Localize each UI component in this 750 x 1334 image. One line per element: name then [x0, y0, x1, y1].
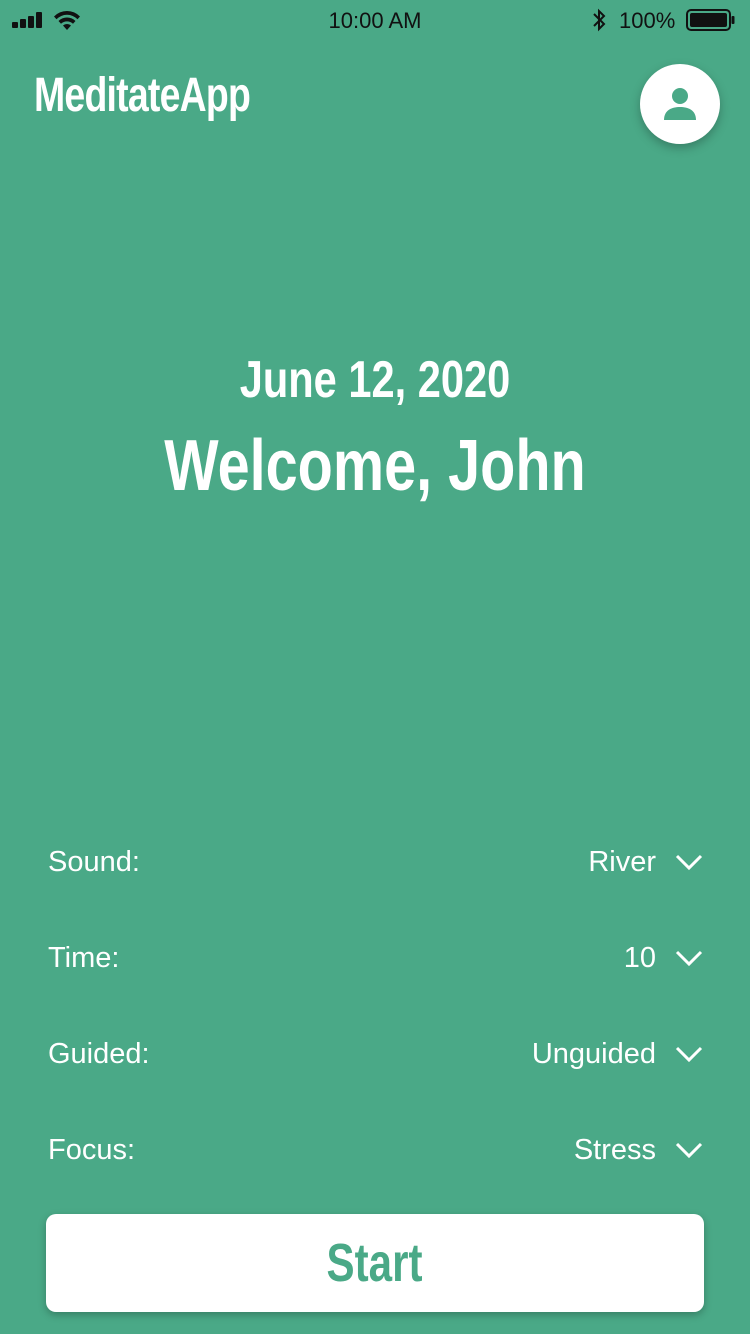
focus-select-value[interactable]: Stress	[574, 1134, 656, 1167]
time-select-value[interactable]: 10	[624, 942, 656, 975]
time-setting[interactable]: Time: 10	[48, 932, 708, 982]
status-bar: 10:00 AM 100%	[0, 0, 750, 40]
setting-label: Guided:	[48, 1038, 150, 1070]
current-date: June 12, 2020	[239, 351, 511, 409]
home-screen: 10:00 AM 100% MeditateApp June 12, 2020 …	[0, 0, 750, 1334]
battery-percent: 100%	[619, 8, 676, 33]
setting-label: Sound:	[48, 846, 140, 878]
guided-select-value[interactable]: Unguided	[532, 1038, 656, 1071]
chevron-down-icon[interactable]	[674, 852, 704, 872]
battery-icon	[686, 9, 735, 31]
profile-button[interactable]	[640, 64, 720, 144]
sound-select-value[interactable]: River	[588, 846, 656, 879]
start-button[interactable]: Start	[46, 1214, 704, 1312]
start-button-label: Start	[327, 1233, 423, 1293]
chevron-down-icon[interactable]	[674, 948, 704, 968]
welcome-heading: Welcome, John	[164, 426, 586, 506]
sound-setting[interactable]: Sound: River	[48, 836, 708, 886]
focus-setting[interactable]: Focus: Stress	[48, 1124, 708, 1174]
chevron-down-icon[interactable]	[674, 1044, 704, 1064]
setting-label: Time:	[48, 942, 120, 974]
setting-label: Focus:	[48, 1134, 136, 1166]
app-title: MeditateApp	[34, 69, 251, 122]
user-icon	[664, 88, 696, 120]
bluetooth-icon	[593, 8, 606, 32]
chevron-down-icon[interactable]	[674, 1140, 704, 1160]
guided-setting[interactable]: Guided: Unguided	[48, 1028, 708, 1078]
